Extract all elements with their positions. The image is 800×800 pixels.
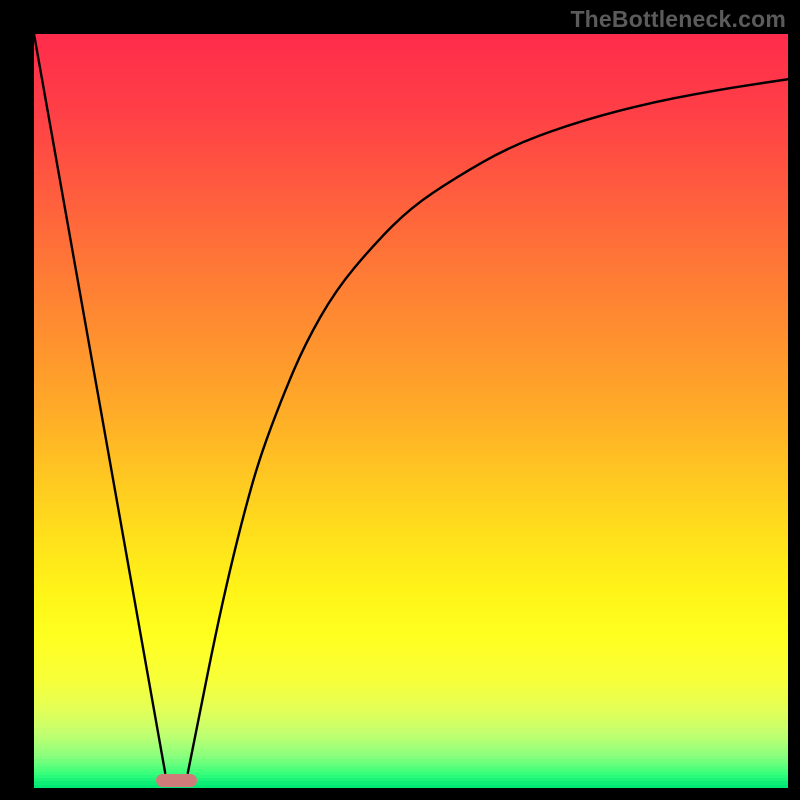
bottleneck-curve xyxy=(34,34,788,788)
watermark-text: TheBottleneck.com xyxy=(570,6,786,33)
plot-area xyxy=(34,34,788,788)
right-curve-path xyxy=(188,79,788,773)
chart-frame: TheBottleneck.com xyxy=(0,0,800,800)
optimal-marker-pill xyxy=(156,774,197,788)
left-slope-path xyxy=(34,34,165,773)
